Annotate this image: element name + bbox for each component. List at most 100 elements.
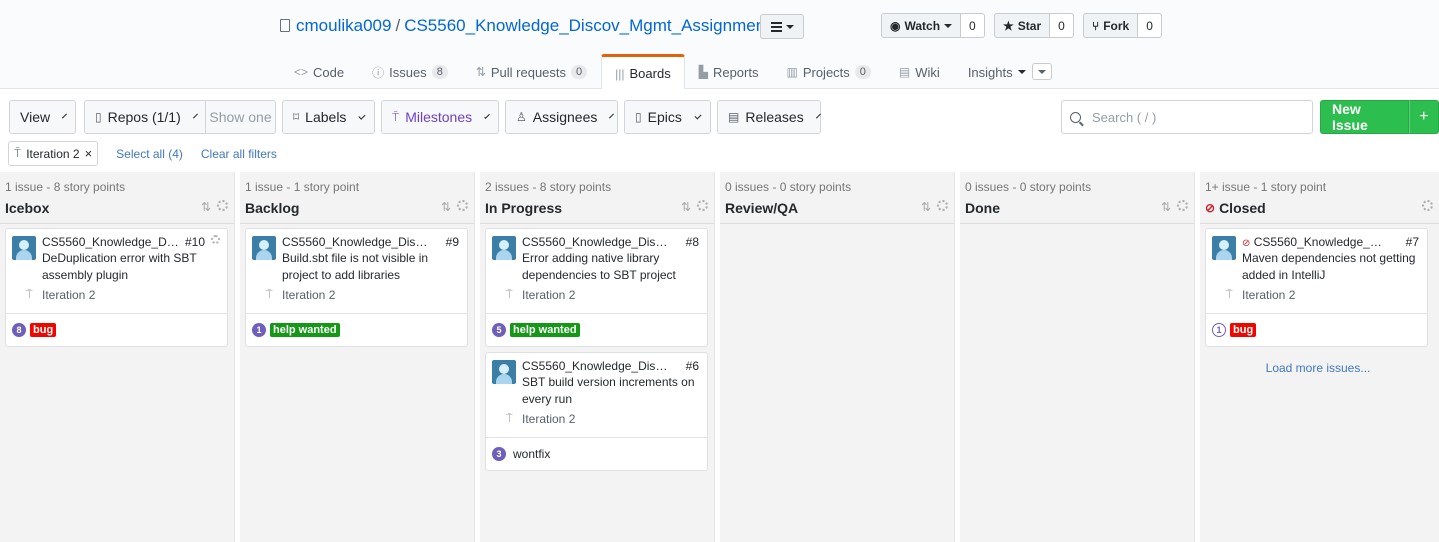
project-icon: ▥ (786, 65, 798, 79)
close-icon[interactable]: × (85, 146, 93, 161)
tab-issues[interactable]: ⓘ Issues 8 (358, 54, 462, 89)
card-title[interactable]: Error adding native library dependencies… (522, 250, 701, 284)
epics-label: Epics (647, 109, 682, 125)
sort-icon[interactable]: ⇅ (201, 200, 211, 214)
gear-icon[interactable] (217, 200, 228, 211)
avatar[interactable] (12, 236, 36, 260)
new-issue-plus-button[interactable]: + (1408, 100, 1439, 134)
star-button[interactable]: ★ Star (994, 13, 1051, 38)
story-points-badge[interactable]: 5 (492, 323, 506, 337)
filter-chip-iteration[interactable]: ⍑ Iteration 2 × (8, 141, 99, 166)
repo-owner-link[interactable]: cmoulika009 (296, 16, 391, 35)
gear-icon[interactable] (457, 200, 468, 211)
tab-reports[interactable]: ▙ Reports (685, 54, 773, 89)
star-icon: ★ (1003, 18, 1014, 33)
search-input[interactable] (1092, 109, 1292, 125)
avatar[interactable] (252, 236, 276, 260)
card-title[interactable]: SBT build version increments on every ru… (522, 374, 701, 408)
label-bug[interactable]: bug (1230, 323, 1257, 337)
story-points-badge[interactable]: 3 (492, 447, 506, 461)
star-group: ★ Star 0 (994, 13, 1074, 38)
card-repo-link[interactable]: CS5560_Knowledge_Disco... (42, 235, 181, 249)
card-number[interactable]: #10 (185, 235, 205, 249)
column-meta: 0 issues - 0 story points (965, 180, 1092, 194)
sort-icon[interactable]: ⇅ (441, 200, 451, 214)
assignees-dropdown[interactable]: ♙ Assignees (505, 100, 618, 134)
sort-icon[interactable]: ⇅ (681, 200, 691, 214)
card-title[interactable]: DeDuplication error with SBT assembly pl… (42, 250, 221, 284)
card-number[interactable]: #6 (686, 359, 699, 373)
labels-dropdown[interactable]: ⌑ Labels (282, 100, 375, 134)
card-number[interactable]: #9 (446, 235, 459, 249)
tab-projects[interactable]: ▥ Projects 0 (772, 54, 884, 89)
gear-icon[interactable] (1422, 200, 1433, 211)
tab-boards[interactable]: ||| Boards (601, 54, 685, 90)
issue-card[interactable]: CS5560_Knowledge_Discov... #8 Error addin… (485, 228, 708, 347)
watch-count[interactable]: 0 (961, 13, 985, 38)
card-title[interactable]: Maven dependencies not getting added in … (1242, 250, 1421, 284)
avatar[interactable] (1212, 236, 1236, 260)
tab-pull-requests[interactable]: ⇅ Pull requests 0 (462, 54, 601, 89)
code-icon: <> (294, 65, 309, 79)
label-bug[interactable]: bug (30, 323, 57, 337)
tab-wiki[interactable]: ▤ Wiki (885, 54, 954, 89)
issue-card[interactable]: CS5560_Knowledge_Discov... #6 SBT build v… (485, 352, 708, 471)
show-one-button[interactable]: Show one (205, 100, 276, 134)
avatar[interactable] (492, 360, 516, 384)
repo-name-link[interactable]: CS5560_Knowledge_Discov_Mgmt_Assignments (404, 16, 778, 35)
repos-dropdown[interactable]: ▯ Repos (1/1) (84, 100, 206, 134)
graph-icon: ▙ (698, 65, 708, 79)
gear-icon[interactable] (211, 235, 220, 244)
story-points-badge[interactable]: 1 (252, 323, 266, 337)
fork-count[interactable]: 0 (1138, 13, 1162, 38)
eye-icon: ◉ (890, 18, 901, 33)
card-number[interactable]: #8 (686, 235, 699, 249)
star-count[interactable]: 0 (1050, 13, 1074, 38)
repo-menu-button[interactable] (760, 14, 804, 39)
labels-label: Labels (305, 109, 347, 125)
load-more-link[interactable]: Load more issues... (1200, 361, 1436, 375)
avatar[interactable] (492, 236, 516, 260)
nav-more-button[interactable] (1032, 63, 1052, 80)
repo-icon: ▯ (95, 110, 102, 124)
chevron-down-icon (694, 111, 702, 120)
watch-button[interactable]: ◉ Watch (881, 13, 962, 38)
tab-wiki-label: Wiki (915, 64, 940, 80)
tab-code[interactable]: <> Code (280, 54, 358, 89)
label-wontfix[interactable]: wontfix (510, 446, 553, 462)
sort-icon[interactable]: ⇅ (921, 200, 931, 214)
repo-path-separator: / (395, 16, 401, 35)
issue-card[interactable]: CS5560_Knowledge_Disco... #10 DeDuplicati… (5, 228, 228, 347)
tab-insights[interactable]: Insights (954, 54, 1040, 89)
issue-card[interactable]: CS5560_Knowledge_Discov... #9 Build.sbt f… (245, 228, 468, 347)
story-points-badge[interactable]: 1 (1212, 323, 1226, 337)
epics-dropdown[interactable]: ▯ Epics (624, 100, 711, 134)
card-repo-link[interactable]: ⊘ CS5560_Knowledge_Discov... (1242, 235, 1390, 249)
card-repo-link[interactable]: CS5560_Knowledge_Discov... (522, 235, 670, 249)
card-milestone: Iteration 2 (282, 288, 336, 302)
issue-card[interactable]: ⊘ CS5560_Knowledge_Discov... #7 Maven dep… (1205, 228, 1428, 347)
new-issue-button[interactable]: New Issue (1320, 100, 1409, 134)
card-title[interactable]: Build.sbt file is not visible in project… (282, 250, 461, 284)
select-all-link[interactable]: Select all (4) (116, 147, 183, 161)
sort-icon[interactable]: ⇅ (1161, 200, 1171, 214)
card-number[interactable]: #7 (1406, 235, 1419, 249)
search-field[interactable] (1061, 100, 1313, 134)
clear-filters-link[interactable]: Clear all filters (201, 147, 277, 161)
card-milestone: Iteration 2 (522, 412, 576, 426)
book-icon: ▤ (898, 65, 911, 79)
view-dropdown[interactable]: View (9, 100, 76, 134)
label-help-wanted[interactable]: help wanted (270, 323, 340, 337)
milestones-dropdown[interactable]: ⍑ Milestones (381, 100, 499, 134)
story-points-badge[interactable]: 8 (12, 323, 26, 337)
filter-chip-label: Iteration 2 (26, 146, 80, 161)
card-repo-link[interactable]: CS5560_Knowledge_Discov... (522, 359, 670, 373)
card-repo-link[interactable]: CS5560_Knowledge_Discov... (282, 235, 430, 249)
gear-icon[interactable] (937, 200, 948, 211)
fork-button[interactable]: ⑂ Fork (1083, 13, 1139, 38)
gear-icon[interactable] (1177, 200, 1188, 211)
chevron-down-icon (785, 24, 794, 29)
gear-icon[interactable] (697, 200, 708, 211)
label-help-wanted[interactable]: help wanted (510, 323, 580, 337)
releases-dropdown[interactable]: ▤ Releases (717, 100, 821, 134)
